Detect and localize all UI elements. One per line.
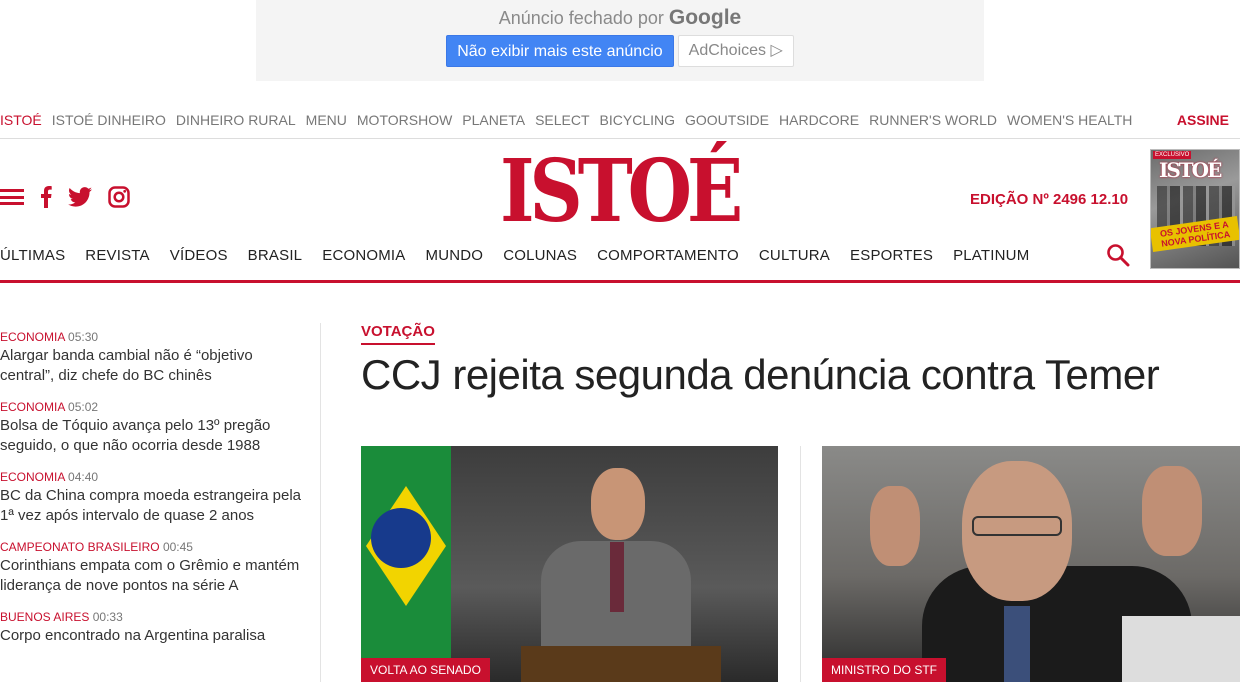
nav-colunas[interactable]: COLUNAS bbox=[503, 247, 577, 264]
network-item-istoe-dinheiro[interactable]: ISTOÉ DINHEIRO bbox=[52, 112, 166, 128]
list-item[interactable]: BUENOS AIRES 00:33 Corpo encontrado na A… bbox=[0, 610, 310, 646]
nav-revista[interactable]: REVISTA bbox=[85, 247, 149, 264]
nav-esportes[interactable]: ESPORTES bbox=[850, 247, 933, 264]
list-item[interactable]: ECONOMIA 04:40 BC da China compra moeda … bbox=[0, 470, 310, 526]
news-title[interactable]: BC da China compra moeda estrangeira pel… bbox=[0, 486, 310, 526]
network-item-dinheiro-rural[interactable]: DINHEIRO RURAL bbox=[176, 112, 296, 128]
network-item-bicycling[interactable]: BICYCLING bbox=[600, 112, 675, 128]
network-item-planeta[interactable]: PLANETA bbox=[462, 112, 525, 128]
nav-mundo[interactable]: MUNDO bbox=[426, 247, 484, 264]
story-headline[interactable]: CCJ rejeita segunda denúncia contra Teme… bbox=[361, 351, 1160, 399]
news-category[interactable]: ECONOMIA bbox=[0, 400, 65, 414]
nav-brasil[interactable]: BRASIL bbox=[248, 247, 303, 264]
podium bbox=[521, 646, 721, 682]
story-photo-stf[interactable]: MINISTRO DO STF bbox=[822, 446, 1240, 682]
news-time: 04:40 bbox=[68, 470, 99, 484]
story-photo-senate[interactable]: VOLTA AO SENADO bbox=[361, 446, 778, 682]
header-social bbox=[0, 186, 130, 208]
news-time: 05:30 bbox=[68, 330, 99, 344]
cover-logo: ISTOÉ bbox=[1159, 158, 1222, 182]
main-nav: ÚLTIMAS REVISTA VÍDEOS BRASIL ECONOMIA M… bbox=[0, 244, 1240, 283]
network-item-gooutside[interactable]: GOOUTSIDE bbox=[685, 112, 769, 128]
network-item-hardcore[interactable]: HARDCORE bbox=[779, 112, 859, 128]
twitter-icon[interactable] bbox=[68, 187, 92, 207]
news-category[interactable]: BUENOS AIRES bbox=[0, 610, 89, 624]
facebook-icon[interactable] bbox=[40, 186, 52, 208]
news-title[interactable]: Corinthians empata com o Grêmio e mantém… bbox=[0, 556, 310, 596]
nav-platinum[interactable]: PLATINUM bbox=[953, 247, 1029, 264]
news-title[interactable]: Corpo encontrado na Argentina paralisa bbox=[0, 626, 310, 646]
network-nav: ISTOÉ ISTOÉ DINHEIRO DINHEIRO RURAL MENU… bbox=[0, 109, 1240, 139]
laptop bbox=[1122, 616, 1240, 682]
nav-cultura[interactable]: CULTURA bbox=[759, 247, 830, 264]
network-item-womens-health[interactable]: WOMEN'S HEALTH bbox=[1007, 112, 1132, 128]
adchoices-button[interactable]: AdChoices ▷ bbox=[677, 35, 794, 67]
news-title[interactable]: Alargar banda cambial não é “objetivo ce… bbox=[0, 346, 310, 386]
subscribe-link[interactable]: ASSINE bbox=[1177, 112, 1229, 128]
photo-tag[interactable]: MINISTRO DO STF bbox=[822, 658, 946, 682]
sidebar-divider bbox=[320, 323, 321, 682]
site-logo[interactable]: ISTOÉ bbox=[500, 141, 743, 242]
network-item-motorshow[interactable]: MOTORSHOW bbox=[357, 112, 452, 128]
photo-tag[interactable]: VOLTA AO SENADO bbox=[361, 658, 490, 682]
google-logo: Google bbox=[668, 6, 742, 29]
news-category[interactable]: CAMPEONATO BRASILEIRO bbox=[0, 540, 160, 554]
network-item-menu[interactable]: MENU bbox=[306, 112, 347, 128]
list-item[interactable]: CAMPEONATO BRASILEIRO 00:45 Corinthians … bbox=[0, 540, 310, 596]
hamburger-menu-icon[interactable] bbox=[0, 189, 24, 205]
nav-ultimas[interactable]: ÚLTIMAS bbox=[0, 247, 65, 264]
list-item[interactable]: ECONOMIA 05:30 Alargar banda cambial não… bbox=[0, 330, 310, 386]
story-kicker[interactable]: VOTAÇÃO bbox=[361, 323, 435, 345]
news-category[interactable]: ECONOMIA bbox=[0, 470, 65, 484]
nav-comportamento[interactable]: COMPORTAMENTO bbox=[597, 247, 739, 264]
network-item-runners-world[interactable]: RUNNER'S WORLD bbox=[869, 112, 997, 128]
nav-videos[interactable]: VÍDEOS bbox=[170, 247, 228, 264]
dismiss-ad-button[interactable]: Não exibir mais este anúncio bbox=[446, 35, 674, 67]
network-item-istoe[interactable]: ISTOÉ bbox=[0, 112, 42, 128]
latest-news-list: ECONOMIA 05:30 Alargar banda cambial não… bbox=[0, 330, 310, 660]
ad-closed-text: Anúncio fechado por Google bbox=[498, 6, 742, 29]
news-title[interactable]: Bolsa de Tóquio avança pelo 13º pregão s… bbox=[0, 416, 310, 456]
news-time: 00:45 bbox=[162, 540, 193, 554]
instagram-icon[interactable] bbox=[108, 186, 130, 208]
news-time: 00:33 bbox=[92, 610, 123, 624]
search-icon[interactable] bbox=[1106, 243, 1130, 267]
logo-text: ISTOÉ bbox=[500, 141, 743, 242]
nav-economia[interactable]: ECONOMIA bbox=[322, 247, 405, 264]
list-item[interactable]: ECONOMIA 05:02 Bolsa de Tóquio avança pe… bbox=[0, 400, 310, 456]
ad-banner: Anúncio fechado por Google Não exibir ma… bbox=[256, 0, 984, 81]
news-category[interactable]: ECONOMIA bbox=[0, 330, 65, 344]
network-item-select[interactable]: SELECT bbox=[535, 112, 589, 128]
photo-divider bbox=[800, 446, 801, 682]
edition-number[interactable]: EDIÇÃO Nº 2496 12.10 bbox=[970, 191, 1128, 208]
news-time: 05:02 bbox=[68, 400, 99, 414]
